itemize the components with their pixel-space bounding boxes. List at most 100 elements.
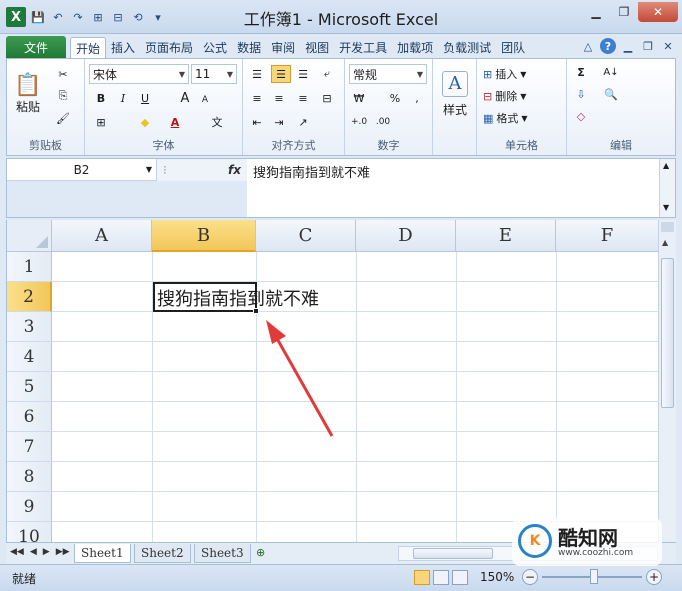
insert-cells-button[interactable]: ⊞ 插入 ▼ (483, 65, 526, 83)
fill-handle[interactable] (253, 308, 259, 314)
row-header-4[interactable]: 4 (7, 342, 52, 372)
help-icon[interactable]: ? (600, 38, 616, 54)
last-sheet-icon[interactable]: ▶▶ (56, 547, 70, 557)
vertical-scrollbar[interactable]: ▲ (658, 220, 676, 542)
tab-home[interactable]: 开始 (70, 37, 107, 58)
align-left-icon[interactable]: ≡ (249, 91, 265, 105)
decrease-indent-icon[interactable]: ⇤ (249, 115, 265, 129)
page-layout-view-icon[interactable] (433, 570, 449, 585)
name-box[interactable]: B2 ▼ (7, 159, 157, 181)
align-right-icon[interactable]: ≡ (295, 91, 311, 105)
insert-function-button[interactable]: fx (228, 163, 241, 177)
currency-icon[interactable]: ₩ (351, 91, 367, 105)
shrink-font-button[interactable]: A (197, 93, 213, 107)
increase-decimal-icon[interactable]: +.0 (351, 115, 367, 129)
cut-icon[interactable]: ✂ (55, 67, 71, 81)
styles-button[interactable]: A 样式 (437, 63, 473, 125)
tab-add-ins[interactable]: 加载项 (392, 37, 438, 58)
workbook-minimize-icon[interactable]: ▁ (620, 38, 636, 54)
format-painter-icon[interactable]: 🖌 (55, 111, 71, 125)
paste-button[interactable]: 📋 剪贴板 粘贴 (11, 63, 45, 125)
tab-file[interactable]: 文件 (6, 36, 66, 58)
zoom-slider-knob[interactable] (590, 569, 598, 584)
row-header-6[interactable]: 6 (7, 402, 52, 432)
decrease-decimal-icon[interactable]: .00 (375, 115, 391, 129)
zoom-level[interactable]: 150% (480, 570, 514, 584)
sort-filter-icon[interactable]: A↓ (603, 65, 619, 79)
minimize-button[interactable]: ▁ (582, 2, 610, 22)
insert-sheet-icon[interactable]: ⊕ (256, 546, 272, 560)
delete-cells-button[interactable]: ⊟ 删除 ▼ (483, 87, 526, 105)
align-bottom-icon[interactable]: ☰ (295, 67, 311, 81)
first-sheet-icon[interactable]: ◀◀ (10, 547, 24, 557)
tab-developer[interactable]: 开发工具 (334, 37, 392, 58)
row-header-5[interactable]: 5 (7, 372, 52, 402)
percent-icon[interactable]: % (387, 91, 403, 105)
row-header-7[interactable]: 7 (7, 432, 52, 462)
row-header-9[interactable]: 9 (7, 492, 52, 522)
row-header-10[interactable]: 10 (7, 522, 52, 542)
select-all-button[interactable] (7, 220, 52, 252)
font-size-dropdown[interactable]: 11 ▼ (191, 64, 237, 84)
align-middle-icon[interactable]: ☰ (271, 65, 291, 83)
italic-button[interactable]: I (115, 91, 131, 105)
column-header-a[interactable]: A (52, 220, 152, 252)
sheet-tab-sheet3[interactable]: Sheet3 (194, 544, 251, 563)
normal-view-icon[interactable] (414, 570, 430, 585)
sheet-tab-sheet1[interactable]: Sheet1 (74, 544, 131, 563)
formula-content[interactable]: 搜狗指南指到就不难 (253, 162, 370, 181)
tab-team[interactable]: 团队 (496, 37, 530, 58)
find-select-icon[interactable]: 🔍 (603, 87, 619, 101)
border-icon[interactable]: ⊞ (93, 115, 109, 129)
chevron-up-icon[interactable]: ▲ (662, 238, 668, 247)
autosum-icon[interactable]: Σ (573, 65, 589, 79)
close-button[interactable]: ✕ (638, 2, 678, 22)
grow-font-button[interactable]: A (177, 91, 193, 106)
active-cell-b2[interactable] (153, 282, 257, 312)
prev-sheet-icon[interactable]: ◀ (30, 547, 37, 557)
orientation-icon[interactable]: ↗ (295, 115, 311, 129)
zoom-out-button[interactable]: − (522, 569, 538, 585)
tab-data[interactable]: 数据 (232, 37, 266, 58)
fill-color-icon[interactable]: ◆ (137, 115, 153, 129)
increase-indent-icon[interactable]: ⇥ (271, 115, 287, 129)
tab-review[interactable]: 审阅 (266, 37, 300, 58)
tab-load-test[interactable]: 负载测试 (438, 37, 496, 58)
column-header-d[interactable]: D (356, 220, 456, 252)
align-center-icon[interactable]: ≡ (271, 91, 287, 105)
row-header-2[interactable]: 2 (7, 282, 52, 312)
tab-page-layout[interactable]: 页面布局 (140, 37, 198, 58)
merge-center-icon[interactable]: ⊟ (319, 91, 335, 105)
copy-icon[interactable]: ⎘ (55, 89, 71, 103)
column-header-c[interactable]: C (256, 220, 356, 252)
split-box[interactable] (661, 222, 674, 232)
horizontal-scroll-thumb[interactable] (413, 548, 493, 559)
tab-view[interactable]: 视图 (300, 37, 334, 58)
wrap-text-icon[interactable]: ⤶ (319, 67, 335, 81)
next-sheet-icon[interactable]: ▶ (43, 547, 50, 557)
formula-bar-scroll[interactable]: ▲ ▼ (659, 159, 675, 217)
align-top-icon[interactable]: ☰ (249, 67, 265, 81)
font-color-icon[interactable]: A (167, 115, 183, 129)
comma-icon[interactable]: , (409, 91, 425, 105)
clear-icon[interactable]: ◇ (573, 109, 589, 123)
phonetic-icon[interactable]: 文 (209, 115, 225, 129)
number-format-dropdown[interactable]: 常规 ▼ (349, 64, 427, 84)
zoom-in-button[interactable]: + (646, 569, 662, 585)
workbook-close-icon[interactable]: ✕ (660, 38, 676, 54)
restore-button[interactable]: ❐ (610, 2, 638, 22)
bold-button[interactable]: B (93, 91, 109, 105)
sheet-tab-sheet2[interactable]: Sheet2 (134, 544, 191, 563)
workbook-restore-icon[interactable]: ❐ (640, 38, 656, 54)
column-header-f[interactable]: F (556, 220, 658, 252)
fill-down-icon[interactable]: ⇩ (573, 87, 589, 101)
row-header-8[interactable]: 8 (7, 462, 52, 492)
page-break-view-icon[interactable] (452, 570, 468, 585)
row-header-1[interactable]: 1 (7, 252, 52, 282)
minimize-ribbon-icon[interactable]: △ (580, 38, 596, 54)
column-header-e[interactable]: E (456, 220, 556, 252)
format-cells-button[interactable]: ▦ 格式 ▼ (483, 109, 528, 127)
font-name-dropdown[interactable]: 宋体 ▼ (89, 64, 189, 84)
vertical-scroll-thumb[interactable] (661, 258, 674, 408)
worksheet-grid[interactable]: A B C D E F 1 2 3 4 5 6 7 8 9 10 搜狗指南指到就… (6, 220, 658, 542)
